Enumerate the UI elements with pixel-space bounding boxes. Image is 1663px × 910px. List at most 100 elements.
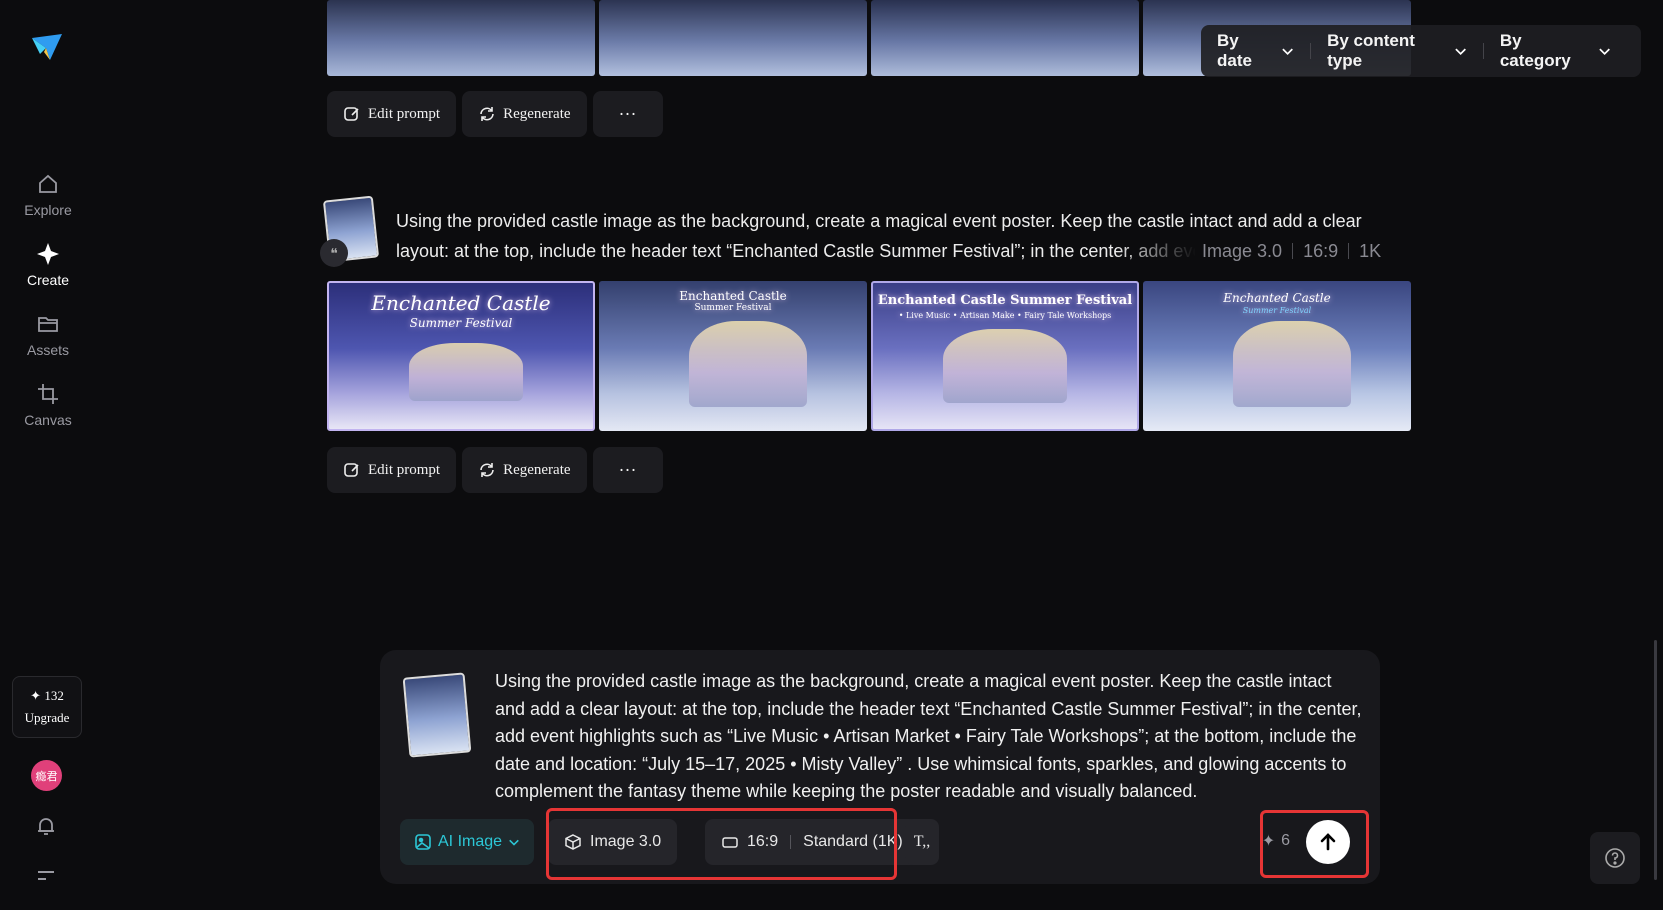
crop-icon — [38, 384, 58, 404]
upgrade-label: Upgrade — [24, 710, 70, 725]
castle-illustration — [1233, 321, 1351, 407]
filter-by-content-type[interactable]: By content type — [1311, 31, 1483, 71]
resolution: 1K — [1359, 241, 1382, 261]
edit-prompt-button[interactable]: Edit prompt — [327, 447, 457, 493]
generated-image-row: Enchanted Castle Summer Festival Enchant… — [327, 281, 1411, 431]
avatar[interactable]: 瘾君 — [31, 760, 62, 791]
sidebar-item-create[interactable]: Create — [0, 242, 96, 288]
sidebar-item-label: Create — [26, 272, 70, 288]
sidebar-item-label: Canvas — [24, 412, 72, 428]
upgrade-button[interactable]: ✦ 132 Upgrade — [12, 676, 82, 738]
previous-image[interactable] — [871, 0, 1139, 76]
model-label: Image 3.0 — [590, 833, 662, 850]
ratio-label: 16:9 — [747, 833, 779, 850]
edit-icon — [344, 107, 359, 121]
help-icon — [1605, 848, 1625, 868]
sidebar: Explore Create Assets Canvas ✦ 132 Upgra… — [0, 0, 96, 910]
help-button[interactable] — [1590, 832, 1640, 884]
sparkle-icon — [37, 243, 59, 265]
bell-icon[interactable] — [34, 814, 58, 838]
reference-image[interactable] — [402, 672, 472, 758]
cube-icon — [565, 834, 581, 850]
folder-icon — [38, 317, 58, 332]
poster-subtitle: Summer Festival — [1242, 306, 1312, 315]
generated-image[interactable]: Enchanted Castle Summer Festival — [327, 281, 595, 431]
generated-image[interactable]: Enchanted Castle Summer Festival • Live … — [871, 281, 1139, 431]
regenerate-label: Regenerate — [503, 105, 571, 122]
filter-label: By category — [1499, 31, 1571, 70]
cost-value: 6 — [1281, 832, 1290, 849]
send-button[interactable] — [1306, 820, 1350, 864]
home-icon — [39, 174, 57, 193]
filter-by-date[interactable]: By date — [1215, 31, 1310, 71]
chevron-down-icon — [509, 839, 519, 846]
menu-icon[interactable] — [34, 864, 58, 888]
model-selector[interactable]: Image 3.0 — [548, 819, 678, 865]
model-name: Image 3.0 — [1202, 241, 1283, 261]
generated-image[interactable]: Enchanted Castle Summer Festival — [599, 281, 867, 431]
generation-meta: Image 3.0 16:9 1K — [1202, 236, 1381, 266]
poster-title: Enchanted Castle — [371, 291, 551, 315]
filter-by-category[interactable]: By category — [1484, 31, 1627, 71]
refresh-icon — [480, 107, 494, 121]
prompt-text-line: layout: at the top, include the header t… — [396, 241, 1196, 261]
prompt-input[interactable]: Using the provided castle image as the b… — [495, 668, 1365, 806]
poster-title: Enchanted Castle — [1223, 291, 1331, 305]
scrollbar[interactable] — [1654, 640, 1657, 880]
poster-title: Enchanted Castle — [679, 289, 787, 303]
regenerate-label: Regenerate — [503, 461, 571, 478]
chevron-down-icon — [1454, 48, 1466, 56]
sidebar-item-label: Assets — [26, 342, 69, 358]
refresh-icon — [480, 463, 494, 477]
castle-illustration — [943, 329, 1067, 403]
generation-cost: ✦ 6 — [1262, 831, 1290, 851]
divider — [790, 835, 792, 849]
filter-bar: By date By content type By category — [1201, 25, 1641, 77]
credits-count: ✦ 132 — [30, 688, 64, 703]
composer-toolbar: AI Image Image 3.0 16:9 Standard (1K) T,… — [400, 819, 1360, 865]
poster-subtitle: • Live Music • Artisan Make • Fairy Tale… — [898, 311, 1112, 320]
prompt-composer: Using the provided castle image as the b… — [380, 650, 1380, 884]
sidebar-item-explore[interactable]: Explore — [0, 172, 96, 218]
aspect-ratio-icon — [722, 837, 738, 848]
ratio-selector[interactable]: 16:9 Standard (1K) — [705, 819, 919, 865]
generation-actions: Edit prompt Regenerate ··· — [327, 447, 663, 493]
castle-illustration — [689, 321, 807, 407]
generation-actions: Edit prompt Regenerate ··· — [327, 91, 663, 137]
edit-prompt-label: Edit prompt — [368, 461, 441, 478]
prompt-text-line: Using the provided castle image as the b… — [396, 211, 1362, 231]
divider — [1348, 243, 1350, 259]
chevron-down-icon — [1599, 48, 1610, 56]
filter-label: By date — [1217, 31, 1252, 70]
previous-image[interactable] — [599, 0, 867, 76]
regenerate-button[interactable]: Regenerate — [462, 91, 587, 137]
more-button[interactable]: ··· — [592, 447, 663, 493]
edit-prompt-label: Edit prompt — [368, 105, 441, 122]
sparkle-icon: ✦ — [1261, 833, 1276, 850]
logo-icon[interactable] — [30, 30, 64, 64]
sidebar-item-label: Explore — [24, 202, 72, 218]
edit-prompt-button[interactable]: Edit prompt — [327, 91, 457, 137]
chevron-down-icon — [1282, 48, 1293, 56]
generation-prompt[interactable]: Using the provided castle image as the b… — [396, 206, 1414, 266]
image-icon — [415, 834, 431, 850]
poster-title: Enchanted Castle Summer Festival — [877, 293, 1133, 308]
aspect-ratio: 16:9 — [1303, 241, 1339, 261]
quality-label: Standard (1K) — [803, 833, 903, 850]
divider — [1292, 243, 1294, 259]
mode-label: AI Image — [438, 833, 503, 850]
previous-image[interactable] — [327, 0, 595, 76]
castle-illustration — [409, 343, 523, 401]
text-style-button[interactable]: T,, — [905, 819, 939, 865]
sidebar-item-assets[interactable]: Assets — [0, 312, 96, 358]
sidebar-item-canvas[interactable]: Canvas — [0, 382, 96, 428]
arrow-up-icon — [1320, 833, 1336, 851]
poster-subtitle: Summer Festival — [694, 303, 772, 313]
regenerate-button[interactable]: Regenerate — [462, 447, 587, 493]
filter-label: By content type — [1327, 31, 1415, 70]
more-button[interactable]: ··· — [592, 91, 663, 137]
mode-selector[interactable]: AI Image — [400, 819, 535, 865]
quote-icon[interactable]: ❝ — [320, 239, 348, 267]
edit-icon — [344, 463, 359, 477]
generated-image[interactable]: Enchanted Castle Summer Festival — [1143, 281, 1411, 431]
